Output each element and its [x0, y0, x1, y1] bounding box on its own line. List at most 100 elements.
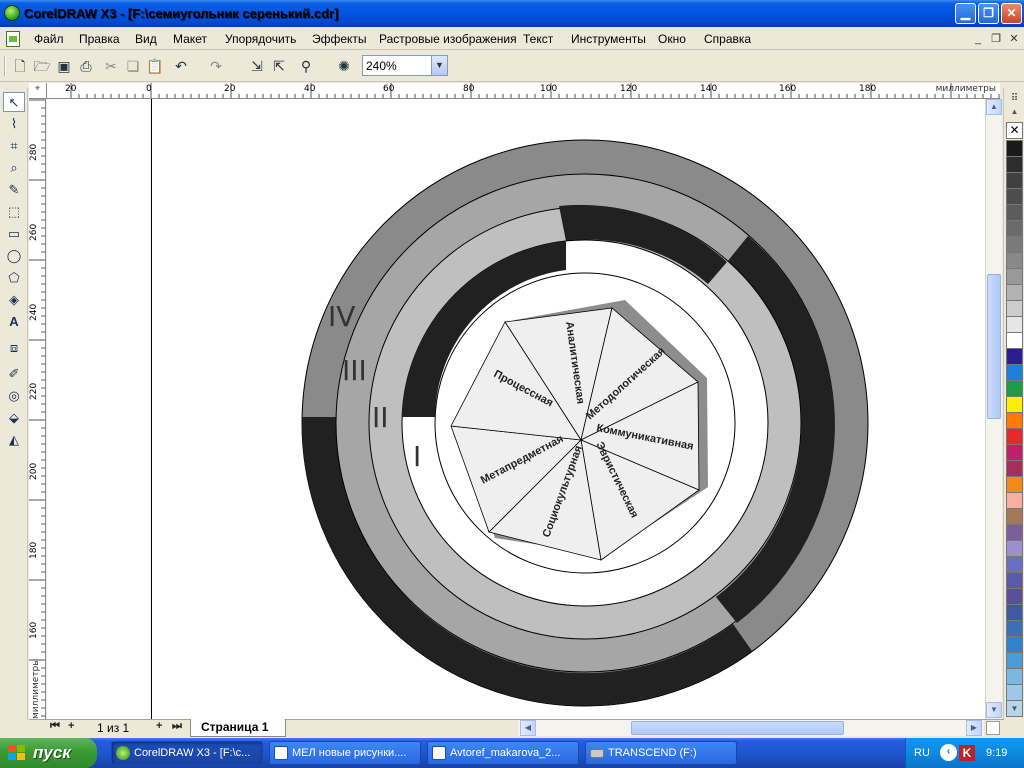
coreldraw-app-icon[interactable] — [4, 5, 20, 21]
view-navigator-button[interactable] — [986, 721, 1000, 735]
interactive-fill-tool-icon[interactable]: ◭ — [3, 430, 25, 450]
color-swatch[interactable] — [1006, 236, 1023, 253]
palette-scroll-down[interactable]: ▼ — [1008, 704, 1021, 714]
basic-shapes-tool-icon[interactable]: ◈ — [3, 290, 25, 310]
menu-help[interactable]: Справка — [704, 32, 751, 46]
language-indicator[interactable]: RU — [914, 747, 930, 759]
color-swatch[interactable] — [1006, 636, 1023, 653]
welcome-screen-icon[interactable]: ✺ — [333, 55, 355, 77]
last-page-button[interactable]: ⏭ — [172, 720, 182, 733]
scroll-down-button[interactable]: ▼ — [986, 702, 1002, 718]
pick-tool-icon[interactable]: ↖ — [3, 92, 25, 112]
text-tool-icon[interactable]: A — [3, 312, 25, 332]
outline-tool-icon[interactable]: ◎ — [3, 386, 25, 406]
shape-tool-icon[interactable]: ⌇ — [3, 114, 25, 134]
color-swatch[interactable] — [1006, 604, 1023, 621]
color-swatch[interactable] — [1006, 332, 1023, 349]
vertical-scroll-thumb[interactable] — [987, 274, 1001, 419]
application-launcher-icon[interactable]: ⚲ — [295, 55, 317, 77]
document-icon[interactable] — [6, 31, 20, 47]
doc-close-button[interactable]: ✕ — [1006, 31, 1022, 47]
color-swatch[interactable] — [1006, 380, 1023, 397]
color-swatch[interactable] — [1006, 556, 1023, 573]
redo-icon[interactable]: ↷ — [205, 55, 227, 77]
doc-minimize-button[interactable]: _ — [970, 31, 986, 47]
scroll-up-button[interactable]: ▲ — [986, 99, 1002, 115]
open-icon[interactable]: 🗁 — [31, 55, 53, 77]
color-swatch[interactable] — [1006, 684, 1023, 701]
polygon-tool-icon[interactable]: ⬠ — [3, 268, 25, 288]
palette-scroll-up[interactable]: ▲ — [1008, 107, 1021, 117]
menu-view[interactable]: Вид — [135, 32, 157, 46]
color-swatch[interactable] — [1006, 316, 1023, 333]
kaspersky-icon[interactable]: K — [959, 745, 975, 761]
color-swatch[interactable] — [1006, 188, 1023, 205]
copy-icon[interactable]: ❏ — [122, 55, 144, 77]
print-icon[interactable]: ⎙ — [75, 55, 97, 77]
task-transcend-drive[interactable]: TRANSCEND (F:) — [585, 741, 737, 765]
color-swatch[interactable] — [1006, 204, 1023, 221]
interactive-blend-tool-icon[interactable]: ⧈ — [3, 338, 25, 358]
menu-file[interactable]: Файл — [34, 32, 64, 46]
horizontal-ruler[interactable]: 20 0 20 40 60 80 100 120 140 160 180 мил… — [47, 83, 1000, 99]
task-word-mel[interactable]: МЕЛ новые рисунки.... — [269, 741, 421, 765]
menu-edit[interactable]: Правка — [79, 32, 120, 46]
zoom-level-select[interactable]: 240% ▼ — [362, 55, 448, 76]
color-swatch[interactable] — [1006, 460, 1023, 477]
task-word-avtoref[interactable]: Avtoref_makarova_2... — [427, 741, 579, 765]
horizontal-scroll-thumb[interactable] — [631, 721, 844, 735]
clock[interactable]: 9:19 — [986, 747, 1007, 759]
menu-tools[interactable]: Инструменты — [571, 32, 646, 46]
add-page-after-button[interactable]: + — [156, 720, 162, 732]
color-swatch[interactable] — [1006, 396, 1023, 413]
drawing-canvas[interactable]: Аналитическая Методологическая Коммуника… — [47, 99, 985, 719]
minimize-button[interactable]: ▁ — [955, 3, 976, 24]
color-swatch[interactable] — [1006, 348, 1023, 365]
save-icon[interactable]: ▣ — [53, 55, 75, 77]
color-swatch[interactable] — [1006, 652, 1023, 669]
freehand-tool-icon[interactable]: ✎ — [3, 180, 25, 200]
scroll-left-button[interactable]: ◀ — [520, 720, 536, 736]
vertical-ruler[interactable]: 280 260 240 220 200 180 160 миллиметры — [29, 99, 46, 719]
undo-icon[interactable]: ↶ — [170, 55, 192, 77]
color-swatch[interactable] — [1006, 492, 1023, 509]
zoom-tool-icon[interactable]: ⌕ — [3, 158, 25, 178]
eyedropper-tool-icon[interactable]: ✐ — [3, 364, 25, 384]
color-swatch[interactable] — [1006, 140, 1023, 157]
menu-bitmaps[interactable]: Растровые изображения — [379, 32, 517, 46]
color-swatch[interactable] — [1006, 620, 1023, 637]
circular-diagram[interactable]: Аналитическая Методологическая Коммуника… — [47, 99, 985, 719]
color-swatch[interactable] — [1006, 508, 1023, 525]
show-hidden-icons-button[interactable]: ‹ — [940, 744, 957, 761]
horizontal-scrollbar[interactable]: ◀ ▶ — [518, 720, 984, 736]
page-tab-1[interactable]: Страница 1 — [190, 719, 286, 737]
color-swatch[interactable] — [1006, 412, 1023, 429]
color-swatch[interactable] — [1006, 300, 1023, 317]
cut-icon[interactable]: ✂ — [100, 55, 122, 77]
color-swatch[interactable] — [1006, 476, 1023, 493]
color-swatch[interactable] — [1006, 268, 1023, 285]
color-swatch[interactable] — [1006, 172, 1023, 189]
color-swatch[interactable] — [1006, 444, 1023, 461]
menu-window[interactable]: Окно — [658, 32, 686, 46]
rectangle-tool-icon[interactable]: ▭ — [3, 224, 25, 244]
ruler-origin[interactable]: ⌖ — [29, 83, 47, 99]
color-swatch[interactable] — [1006, 572, 1023, 589]
ellipse-tool-icon[interactable]: ◯ — [3, 246, 25, 266]
paste-icon[interactable]: 📋 — [144, 55, 166, 77]
new-document-icon[interactable]: 🗋 — [9, 55, 31, 77]
doc-restore-button[interactable]: ❐ — [988, 31, 1004, 47]
palette-grip-icon[interactable]: ⠿ — [1006, 90, 1023, 107]
close-button[interactable]: ✕ — [1001, 3, 1022, 24]
add-page-before-button[interactable]: + — [68, 720, 74, 732]
color-swatch[interactable] — [1006, 540, 1023, 557]
menu-layout[interactable]: Макет — [173, 32, 207, 46]
menu-effects[interactable]: Эффекты — [312, 32, 367, 46]
color-swatch[interactable] — [1006, 156, 1023, 173]
task-coreldraw[interactable]: CorelDRAW X3 - [F:\c... — [111, 741, 263, 765]
vertical-scrollbar[interactable]: ▲ ▼ — [985, 99, 1002, 719]
import-icon[interactable]: ⇲ — [246, 55, 268, 77]
smart-fill-tool-icon[interactable]: ⬚ — [3, 202, 25, 222]
scroll-right-button[interactable]: ▶ — [966, 720, 982, 736]
chevron-down-icon[interactable]: ▼ — [431, 56, 447, 75]
